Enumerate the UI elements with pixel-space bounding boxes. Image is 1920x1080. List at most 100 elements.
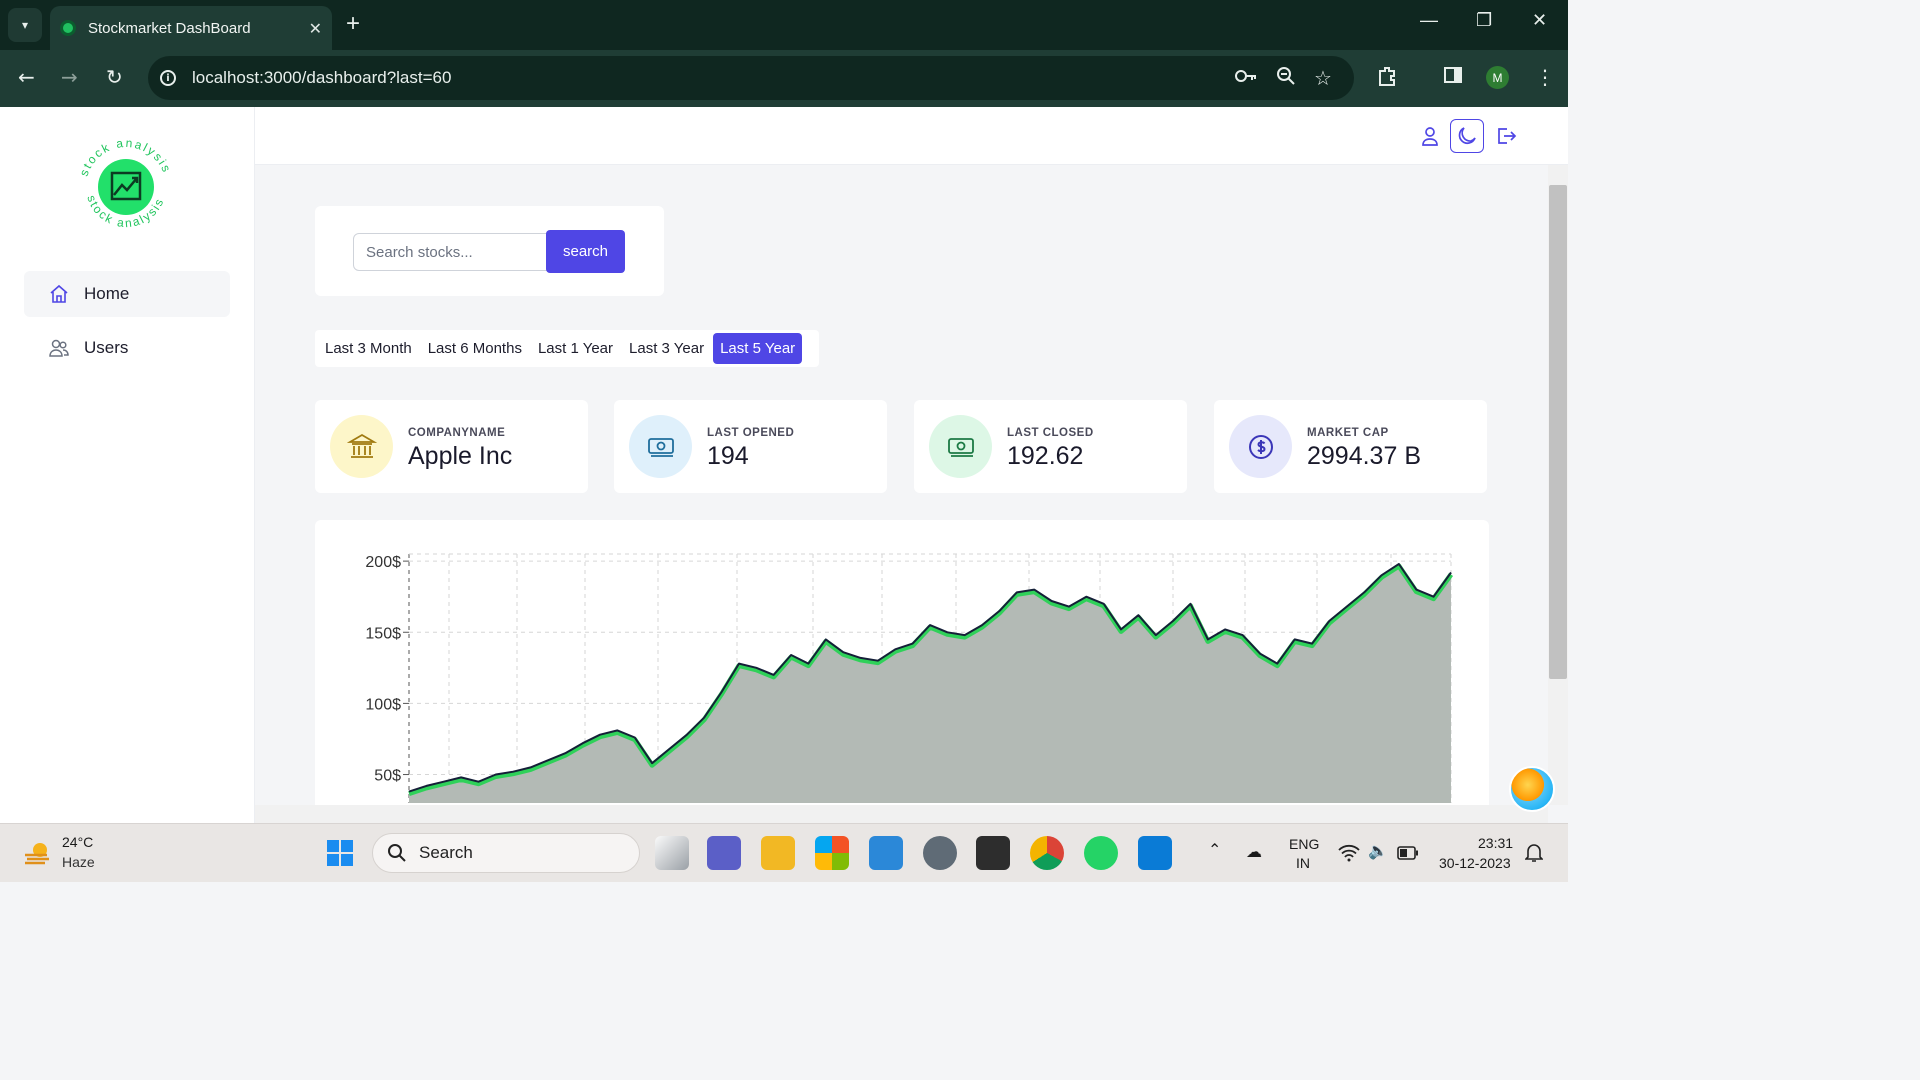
tab-title: Stockmarket DashBoard xyxy=(88,19,251,37)
task-view-icon[interactable] xyxy=(655,836,689,870)
settings-gear-icon[interactable] xyxy=(923,836,957,870)
period-last-3-month[interactable]: Last 3 Month xyxy=(318,333,419,364)
dashboard-content: search Last 3 Month Last 6 Months Last 1… xyxy=(255,165,1548,805)
dark-mode-toggle[interactable] xyxy=(1450,119,1484,153)
y-tick-label: 200$ xyxy=(365,554,401,571)
wifi-icon[interactable] xyxy=(1338,844,1360,862)
clock-date[interactable]: 30-12-2023 xyxy=(1439,855,1511,871)
forward-icon[interactable]: → xyxy=(61,65,78,89)
clock-time[interactable]: 23:31 xyxy=(1478,835,1513,851)
logout-icon xyxy=(1498,128,1517,144)
stat-value: 192.62 xyxy=(1007,442,1084,470)
file-explorer-icon[interactable] xyxy=(761,836,795,870)
browser-menu-icon[interactable]: ⋮ xyxy=(1535,65,1555,89)
browser-tab-bar: ▾ Stockmarket DashBoard ✕ + — ❐ ✕ xyxy=(0,0,1568,50)
y-tick-label: 150$ xyxy=(365,625,401,642)
stat-value: 194 xyxy=(707,442,749,470)
stat-icon-bg xyxy=(330,415,393,478)
sidebar-item-label: Users xyxy=(84,338,129,357)
stat-label: LAST CLOSED xyxy=(1007,427,1094,439)
dollar-circle-icon xyxy=(1248,434,1273,459)
tab-favicon-icon xyxy=(60,20,76,36)
browser-toolbar: ← → ↻ i localhost:3000/dashboard?last=60… xyxy=(0,50,1568,107)
address-bar[interactable]: i localhost:3000/dashboard?last=60 ☆ xyxy=(148,56,1354,100)
windows-taskbar: 24°C Haze Search ⌃ ☁ ENG IN 🔈 23:31 30-1… xyxy=(0,823,1568,882)
home-icon xyxy=(50,284,68,303)
period-selector: Last 3 Month Last 6 Months Last 1 Year L… xyxy=(315,330,819,367)
volume-icon[interactable]: 🔈 xyxy=(1368,841,1388,861)
windows-start-icon[interactable] xyxy=(326,839,354,867)
tab-close-icon[interactable]: ✕ xyxy=(309,19,322,38)
zoom-icon[interactable] xyxy=(1276,66,1296,91)
stat-icon-bg xyxy=(929,415,992,478)
price-area-chart: 200$ 150$ 100$ 50$ xyxy=(365,553,1454,803)
taskbar-search[interactable]: Search xyxy=(372,833,640,873)
stat-card-market-cap: MARKET CAP 2994.37 B xyxy=(1214,400,1487,493)
stock-analysis-logo: stock analysis stock analysis xyxy=(77,136,173,230)
site-info-icon[interactable]: i xyxy=(160,70,176,86)
period-last-5-year[interactable]: Last 5 Year xyxy=(713,333,803,364)
floating-assistant-icon[interactable] xyxy=(1509,766,1555,812)
weather-description[interactable]: Haze xyxy=(62,854,95,870)
search-input[interactable] xyxy=(353,233,547,271)
new-tab-icon[interactable]: + xyxy=(346,10,360,38)
period-last-6-months[interactable]: Last 6 Months xyxy=(421,333,529,364)
y-tick-label: 100$ xyxy=(365,696,401,713)
money-icon xyxy=(947,437,974,457)
minimize-icon[interactable]: — xyxy=(1420,10,1438,31)
whatsapp-icon[interactable] xyxy=(1084,836,1118,870)
stat-label: LAST OPENED xyxy=(707,427,795,439)
stat-value: Apple Inc xyxy=(408,442,513,470)
price-chart-card: 200$ 150$ 100$ 50$ xyxy=(315,520,1489,805)
window-close-icon[interactable]: ✕ xyxy=(1532,10,1547,31)
profile-avatar[interactable]: M xyxy=(1486,66,1509,89)
chrome-icon[interactable] xyxy=(1030,836,1064,870)
sidebar-item-home[interactable]: Home xyxy=(24,271,230,317)
user-icon xyxy=(1422,127,1438,146)
stat-card-company: COMPANYNAME Apple Inc xyxy=(315,400,588,493)
tab-search-button[interactable]: ▾ xyxy=(8,8,42,42)
taskbar-search-label: Search xyxy=(419,843,473,862)
bookmark-star-icon[interactable]: ☆ xyxy=(1314,66,1332,90)
notepad-icon[interactable] xyxy=(869,836,903,870)
side-panel-icon[interactable] xyxy=(1443,65,1463,90)
vertical-scrollbar-thumb[interactable] xyxy=(1549,185,1567,679)
y-tick-label: 50$ xyxy=(374,768,401,785)
stat-icon-bg xyxy=(629,415,692,478)
microsoft-store-icon[interactable] xyxy=(815,836,849,870)
back-icon[interactable]: ← xyxy=(18,65,35,89)
notification-bell-icon[interactable] xyxy=(1525,843,1543,863)
region-label[interactable]: IN xyxy=(1296,855,1310,871)
stat-card-last-closed: LAST CLOSED 192.62 xyxy=(914,400,1187,493)
search-icon xyxy=(388,844,406,862)
terminal-icon[interactable] xyxy=(976,836,1010,870)
vscode-icon[interactable] xyxy=(1138,836,1172,870)
battery-icon[interactable] xyxy=(1397,846,1419,860)
profile-button[interactable] xyxy=(1413,119,1447,153)
stat-value: 2994.37 B xyxy=(1307,442,1421,470)
extensions-icon[interactable] xyxy=(1376,65,1398,92)
browser-tab[interactable]: Stockmarket DashBoard ✕ xyxy=(50,6,332,50)
search-button[interactable]: search xyxy=(546,230,625,273)
search-card: search xyxy=(315,206,664,296)
show-hidden-icons-icon[interactable]: ⌃ xyxy=(1208,840,1221,860)
money-icon xyxy=(647,437,674,457)
teams-icon[interactable] xyxy=(707,836,741,870)
stat-label: COMPANYNAME xyxy=(408,427,506,439)
password-key-icon[interactable] xyxy=(1234,66,1258,91)
period-last-3-year[interactable]: Last 3 Year xyxy=(622,333,711,364)
reload-icon[interactable]: ↻ xyxy=(106,65,123,89)
logout-button[interactable] xyxy=(1489,119,1523,153)
moon-icon xyxy=(1458,127,1476,144)
restore-icon[interactable]: ❐ xyxy=(1476,10,1492,31)
url-text[interactable]: localhost:3000/dashboard?last=60 xyxy=(192,68,451,88)
users-icon xyxy=(49,339,69,357)
weather-temperature[interactable]: 24°C xyxy=(62,834,93,850)
sidebar-item-users[interactable]: Users xyxy=(24,325,230,371)
language-label[interactable]: ENG xyxy=(1289,836,1319,852)
horizontal-scrollbar[interactable] xyxy=(255,805,1548,823)
onedrive-cloud-icon[interactable]: ☁ xyxy=(1246,842,1262,862)
period-last-1-year[interactable]: Last 1 Year xyxy=(531,333,620,364)
sidebar: stock analysis stock analysis Home Users xyxy=(0,107,255,823)
haze-weather-icon[interactable] xyxy=(22,838,54,870)
